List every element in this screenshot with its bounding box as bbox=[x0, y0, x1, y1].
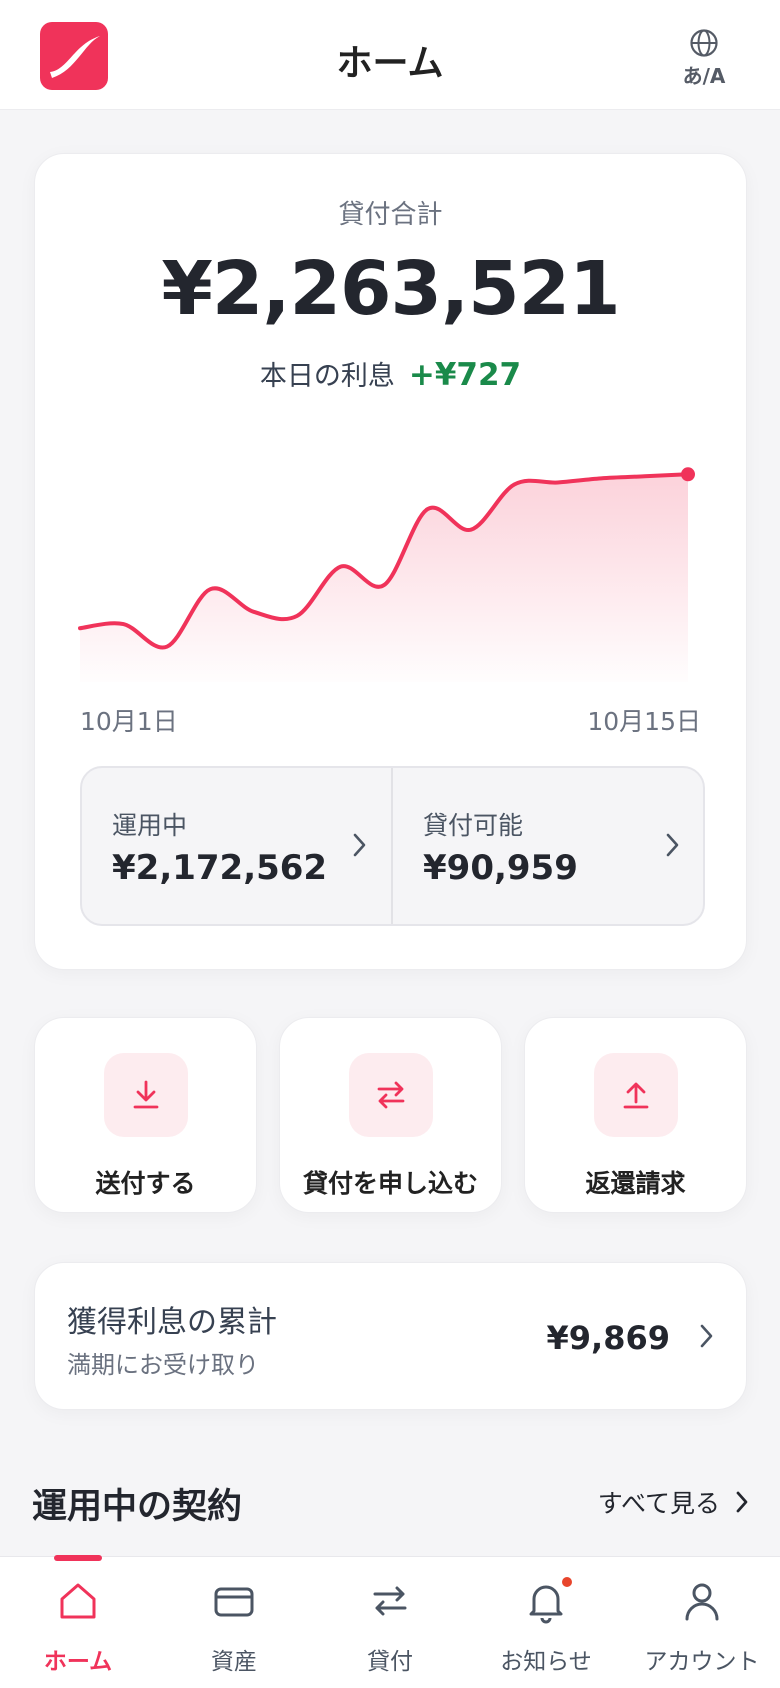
active-contracts-title: 運用中の契約 bbox=[32, 1487, 243, 1527]
loan-history-chart bbox=[78, 467, 695, 682]
user-icon bbox=[685, 1583, 719, 1621]
chevron-right-icon bbox=[353, 833, 366, 857]
operating-value: ¥2,172,562 bbox=[112, 848, 328, 888]
tab-notifications-label: お知らせ bbox=[500, 1649, 592, 1675]
bottom-tab-bar: ホーム 資産 貸付 お知らせ アカウント bbox=[0, 1555, 780, 1688]
available-label: 貸付可能 bbox=[423, 811, 524, 840]
globe-icon bbox=[690, 29, 718, 57]
app-header: ホーム あ/A bbox=[0, 0, 780, 110]
redeem-action-button[interactable]: 返還請求 bbox=[524, 1017, 747, 1213]
operating-balance-button[interactable]: 運用中 ¥2,172,562 bbox=[82, 768, 393, 924]
redeem-action-label: 返還請求 bbox=[585, 1169, 686, 1198]
today-interest-label: 本日の利息 bbox=[259, 361, 395, 392]
cumulative-interest-subtitle: 満期にお受け取り bbox=[67, 1351, 259, 1379]
tab-home[interactable]: ホーム bbox=[0, 1555, 156, 1688]
chevron-right-icon bbox=[736, 1491, 748, 1513]
tab-home-label: ホーム bbox=[43, 1649, 113, 1675]
tab-notifications[interactable]: お知らせ bbox=[468, 1557, 624, 1688]
chart-start-date: 10月1日 bbox=[80, 707, 178, 736]
wallet-icon bbox=[214, 1587, 254, 1617]
home-icon bbox=[60, 1583, 96, 1619]
tab-account[interactable]: アカウント bbox=[624, 1557, 780, 1688]
available-value: ¥90,959 bbox=[423, 848, 578, 888]
active-tab-indicator bbox=[54, 1555, 102, 1561]
total-loan-value: ¥2,263,521 bbox=[161, 246, 620, 332]
tab-loan[interactable]: 貸付 bbox=[312, 1557, 468, 1688]
swap-arrows-icon bbox=[373, 1586, 407, 1616]
language-switch-label: あ/A bbox=[682, 64, 726, 88]
chevron-right-icon bbox=[700, 1324, 713, 1348]
chart-latest-point bbox=[681, 467, 695, 482]
chevron-right-icon bbox=[666, 833, 679, 857]
download-icon bbox=[133, 1080, 159, 1109]
send-action-label: 送付する bbox=[95, 1169, 196, 1198]
tab-assets-label: 資産 bbox=[211, 1649, 257, 1675]
see-all-link[interactable]: すべて見る bbox=[598, 1484, 750, 1520]
apply-loan-action-label: 貸付を申し込む bbox=[302, 1169, 478, 1198]
language-switch-button[interactable]: あ/A bbox=[672, 28, 736, 92]
action-icon-tile bbox=[104, 1053, 188, 1137]
total-loan-label: 貸付合計 bbox=[338, 200, 443, 230]
notification-badge bbox=[560, 1575, 574, 1589]
tab-loan-label: 貸付 bbox=[367, 1649, 413, 1675]
operating-label: 運用中 bbox=[112, 811, 188, 840]
send-action-button[interactable]: 送付する bbox=[34, 1017, 257, 1213]
apply-loan-action-button[interactable]: 貸付を申し込む bbox=[279, 1017, 502, 1213]
cumulative-interest-card[interactable]: 獲得利息の累計 満期にお受け取り ¥9,869 bbox=[34, 1262, 747, 1410]
today-interest-value: +¥727 bbox=[408, 357, 522, 393]
cumulative-interest-value: ¥9,869 bbox=[546, 1319, 670, 1357]
cumulative-interest-title: 獲得利息の累計 bbox=[67, 1305, 277, 1340]
action-icon-tile bbox=[349, 1053, 433, 1137]
see-all-label: すべて見る bbox=[597, 1489, 721, 1518]
tab-assets[interactable]: 資産 bbox=[156, 1557, 312, 1688]
chart-end-date: 10月15日 bbox=[587, 707, 701, 736]
page-title: ホーム bbox=[336, 43, 444, 84]
available-balance-button[interactable]: 貸付可能 ¥90,959 bbox=[393, 768, 704, 924]
balance-split-box: 運用中 ¥2,172,562 貸付可能 ¥90,959 bbox=[80, 766, 705, 926]
today-interest-row: 本日の利息 +¥727 bbox=[35, 354, 746, 393]
action-icon-tile bbox=[594, 1053, 678, 1137]
swap-arrows-icon bbox=[377, 1081, 405, 1109]
upload-icon bbox=[623, 1082, 649, 1109]
loan-summary-card: 貸付合計 ¥2,263,521 本日の利息 +¥727 10月1日 10月15日 … bbox=[34, 153, 747, 970]
chart-area-fill bbox=[80, 474, 688, 682]
tab-account-label: アカウント bbox=[644, 1649, 760, 1675]
